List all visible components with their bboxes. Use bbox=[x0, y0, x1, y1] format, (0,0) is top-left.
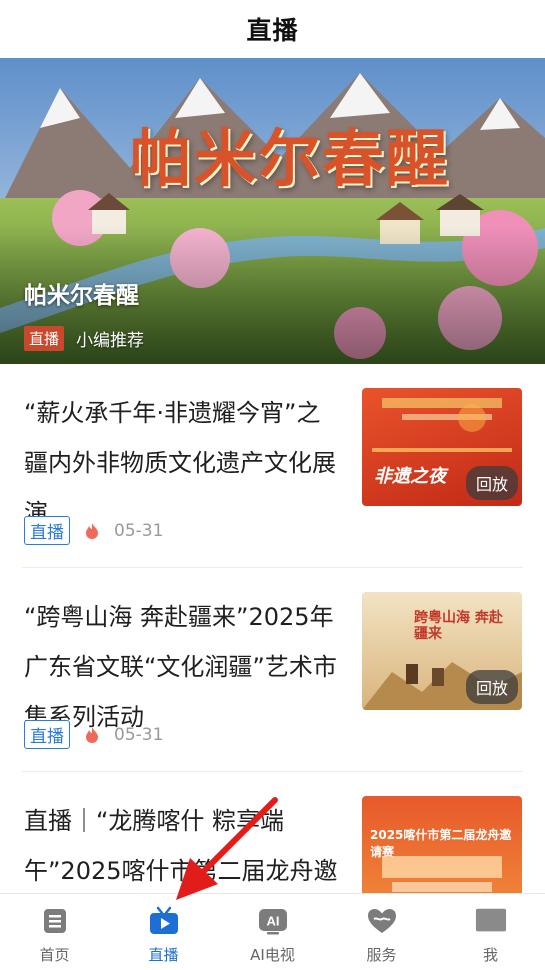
top-bar: 直播 bbox=[0, 0, 545, 58]
hero-image bbox=[0, 58, 545, 364]
flame-icon bbox=[86, 726, 98, 743]
live-badge: 直播 bbox=[24, 720, 70, 749]
hero-art-title: 帕米尔春醒 bbox=[130, 122, 451, 195]
list-item-title[interactable]: 直播｜“龙腾喀什 粽享端午”2025喀什市第二届龙舟邀 bbox=[24, 796, 344, 896]
list-item-thumbnail[interactable]: 跨粤山海 奔赴疆来 回放 bbox=[362, 592, 522, 710]
replay-button[interactable]: 回放 bbox=[465, 466, 518, 500]
tab-profile[interactable]: 我 bbox=[436, 894, 545, 970]
bottom-tab-bar: 首页 直播 AI AI电视 服务 我 bbox=[0, 893, 545, 970]
tab-label: 直播 bbox=[148, 946, 179, 964]
list-item-thumbnail[interactable]: 非遗之夜 回放 bbox=[362, 388, 522, 506]
thumbnail-caption: 跨粤山海 奔赴疆来 bbox=[414, 610, 503, 642]
flame-icon bbox=[86, 522, 98, 539]
profile-icon bbox=[475, 906, 507, 936]
list-item[interactable]: “跨粤山海 奔赴疆来”2025年广东省文联“文化润疆”艺术市集系列活动 直播 0… bbox=[22, 568, 523, 772]
tab-home[interactable]: 首页 bbox=[0, 894, 109, 970]
live-list: “薪火承千年·非遗耀今宵”之疆内外非物质文化遗产文化展演 直播 05-31 非遗… bbox=[0, 364, 545, 970]
hero-banner[interactable]: 帕米尔春醒 帕米尔春醒 直播 小编推荐 bbox=[0, 58, 545, 364]
hero-meta: 直播 小编推荐 bbox=[24, 326, 144, 351]
list-item-date: 05-31 bbox=[114, 520, 164, 541]
live-tv-icon bbox=[148, 906, 180, 936]
tab-live[interactable]: 直播 bbox=[109, 894, 218, 970]
heart-service-icon bbox=[366, 906, 398, 936]
hero-subtitle: 小编推荐 bbox=[76, 331, 145, 351]
tab-ai-tv[interactable]: AI AI电视 bbox=[218, 894, 327, 970]
tab-service[interactable]: 服务 bbox=[327, 894, 436, 970]
svg-text:AI: AI bbox=[266, 914, 279, 929]
list-item-meta: 直播 05-31 bbox=[24, 720, 163, 749]
tab-label: AI电视 bbox=[250, 946, 295, 964]
list-item-date: 05-31 bbox=[114, 724, 164, 745]
replay-button[interactable]: 回放 bbox=[465, 670, 518, 704]
tab-label: 服务 bbox=[366, 946, 397, 964]
live-badge: 直播 bbox=[24, 516, 70, 545]
tab-label: 首页 bbox=[39, 946, 70, 964]
list-item-meta: 直播 05-31 bbox=[24, 516, 163, 545]
list-item[interactable]: “薪火承千年·非遗耀今宵”之疆内外非物质文化遗产文化展演 直播 05-31 非遗… bbox=[22, 364, 523, 568]
tab-label: 我 bbox=[482, 946, 498, 964]
ai-tv-icon: AI bbox=[257, 906, 289, 936]
thumbnail-caption: 非遗之夜 bbox=[374, 466, 446, 487]
hero-title[interactable]: 帕米尔春醒 bbox=[24, 276, 139, 310]
page-title: 直播 bbox=[246, 16, 299, 45]
home-icon bbox=[39, 906, 71, 936]
hero-live-tag: 直播 bbox=[24, 326, 65, 351]
